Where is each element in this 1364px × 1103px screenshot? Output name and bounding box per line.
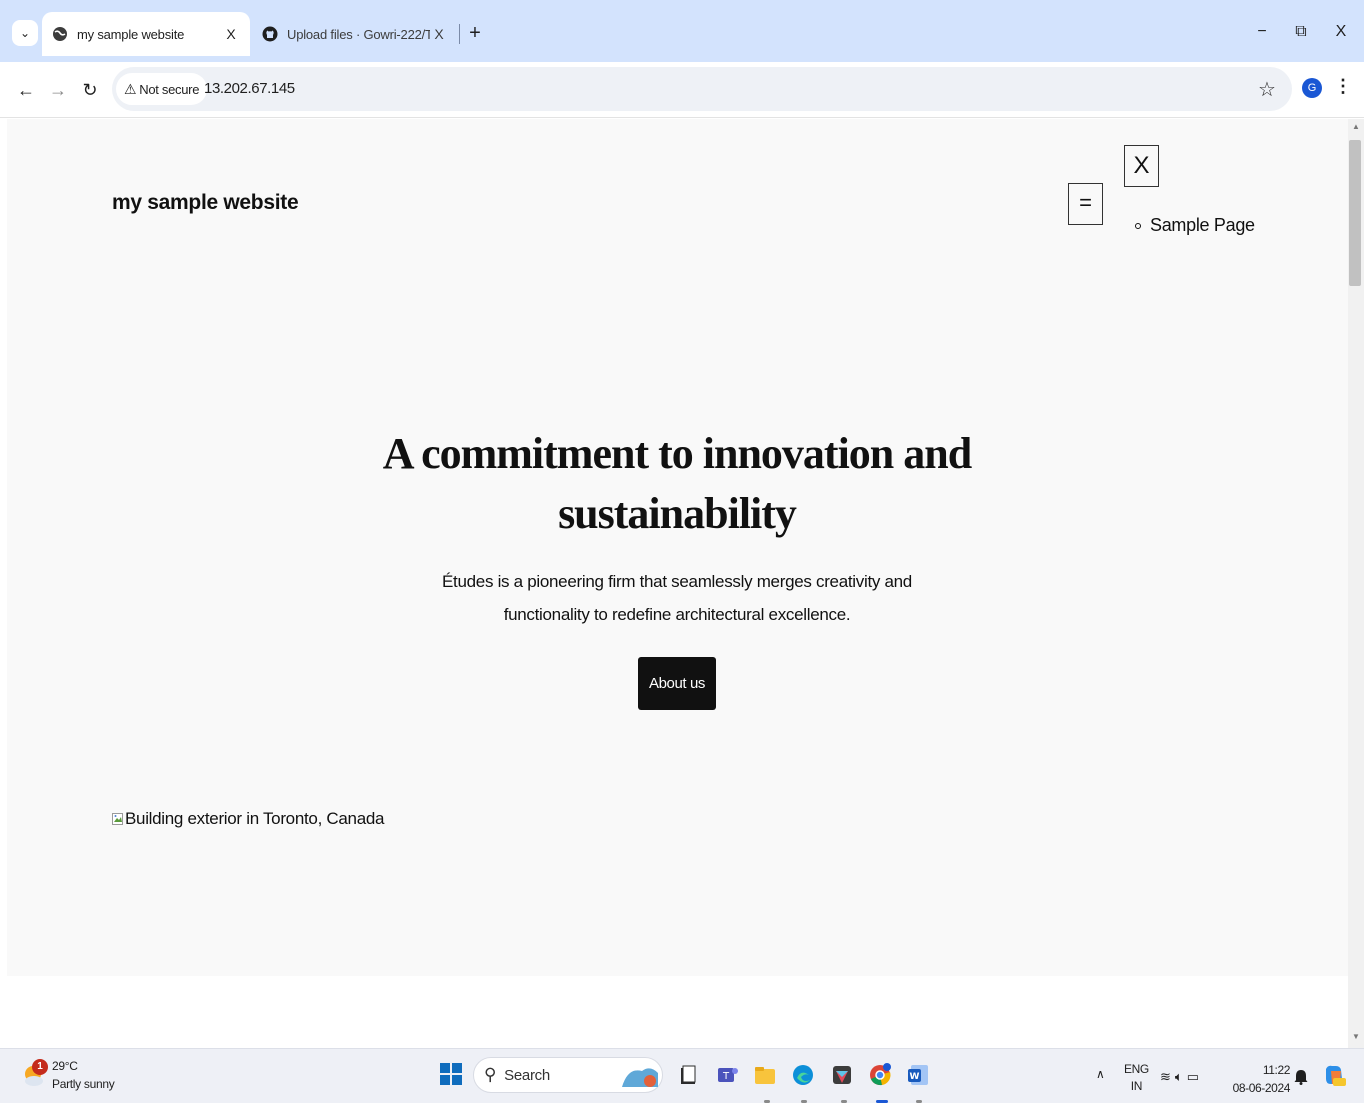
security-chip[interactable]: ⚠ Not secure xyxy=(116,73,208,105)
tab-upload-files[interactable]: Upload files · Gowri-222/Techpl X xyxy=(252,12,458,56)
page-blank-area xyxy=(7,976,1348,1048)
weather-condition: Partly sunny xyxy=(52,1077,115,1091)
address-bar[interactable]: ⚠ Not secure 13.202.67.145 ☆ xyxy=(112,67,1292,111)
language-indicator[interactable]: ENG IN xyxy=(1124,1061,1149,1095)
tab-close-button[interactable]: X xyxy=(222,26,240,42)
taskbar-search-label: Search xyxy=(504,1066,550,1084)
github-icon xyxy=(262,26,278,42)
tab-my-sample-website[interactable]: my sample website X xyxy=(42,12,250,56)
minimize-button[interactable]: − xyxy=(1250,20,1274,44)
more-menu-icon[interactable]: ⋮ xyxy=(1334,76,1352,97)
menu-close-button[interactable]: X xyxy=(1124,145,1159,187)
globe-icon xyxy=(52,26,68,42)
security-label: Not secure xyxy=(139,81,200,97)
battery-icon: ▭ xyxy=(1186,1069,1204,1084)
bookmark-star-icon[interactable]: ☆ xyxy=(1258,77,1276,102)
tab-separator xyxy=(459,24,460,44)
word-icon[interactable]: W xyxy=(907,1063,931,1087)
forward-arrow-icon[interactable]: → xyxy=(46,78,70,102)
copilot-icon[interactable] xyxy=(1322,1063,1346,1087)
weather-alert-badge: 1 xyxy=(32,1059,48,1075)
weather-sun-cloud-icon: 1 xyxy=(22,1059,50,1089)
scrollbar-thumb[interactable] xyxy=(1349,140,1361,286)
restore-button[interactable]: ⧉ xyxy=(1289,20,1313,44)
notification-bell-icon[interactable] xyxy=(1294,1069,1308,1085)
hero-heading: A commitment to innovation and sustainab… xyxy=(382,429,972,538)
volume-icon: 🔈︎ xyxy=(1174,1069,1187,1084)
edge-browser-icon[interactable] xyxy=(791,1063,815,1087)
window-close-button[interactable]: X xyxy=(1329,20,1353,44)
clock[interactable]: 11:22 08-06-2024 xyxy=(1230,1061,1291,1097)
teams-icon[interactable]: T xyxy=(716,1063,740,1087)
page-viewport: my sample website X = Sample Page A comm… xyxy=(7,119,1348,976)
file-explorer-icon[interactable] xyxy=(753,1063,777,1087)
taskbar: 1 29°C Partly sunny ⚲ Search T W ∧ ENG I… xyxy=(0,1048,1364,1103)
back-arrow-icon[interactable]: ← xyxy=(14,78,38,102)
svg-text:T: T xyxy=(722,1071,730,1082)
clock-time: 11:22 xyxy=(1262,1063,1291,1077)
bullet-icon xyxy=(1135,222,1141,229)
tab-title: Upload files · Gowri-222/Techpl xyxy=(287,26,430,42)
system-tray-icons[interactable]: ≋🔈︎▭ xyxy=(1160,1069,1203,1085)
hero-description: Études is a pioneering firm that seamles… xyxy=(442,572,912,624)
menu-item-label[interactable]: Sample Page xyxy=(1150,215,1255,236)
task-view-icon[interactable] xyxy=(676,1063,700,1087)
menu-item-sample-page[interactable]: Sample Page xyxy=(1135,215,1255,236)
reload-icon[interactable]: ↻ xyxy=(78,78,102,102)
show-hidden-icons-chevron-icon[interactable]: ∧ xyxy=(1096,1067,1105,1081)
broken-image-icon xyxy=(112,813,123,825)
snipping-tool-icon[interactable] xyxy=(830,1063,854,1087)
clock-date: 08-06-2024 xyxy=(1232,1081,1291,1095)
broken-image: Building exterior in Toronto, Canada xyxy=(112,809,384,829)
image-alt-text: Building exterior in Toronto, Canada xyxy=(125,809,385,828)
tab-close-button[interactable]: X xyxy=(430,26,448,42)
about-us-button[interactable]: About us xyxy=(638,657,716,710)
scroll-down-arrow-icon[interactable]: ▼ xyxy=(1348,1032,1364,1046)
new-tab-button[interactable]: + xyxy=(464,22,486,44)
wifi-icon: ≋ xyxy=(1160,1069,1175,1084)
search-highlight-icon[interactable] xyxy=(618,1061,662,1091)
windows-start-icon[interactable] xyxy=(440,1063,462,1085)
tab-title: my sample website xyxy=(77,26,185,42)
menu-open-button[interactable]: = xyxy=(1068,183,1103,225)
navigation-menu: Sample Page xyxy=(1135,215,1255,236)
profile-avatar[interactable]: G xyxy=(1302,78,1322,98)
site-title[interactable]: my sample website xyxy=(112,191,299,215)
browser-toolbar: ← → ↻ ⚠ Not secure 13.202.67.145 ☆ G ⋮ xyxy=(0,62,1364,118)
svg-text:W: W xyxy=(910,1072,920,1082)
tab-search-button[interactable]: ⌄ xyxy=(12,20,38,46)
weather-widget[interactable]: 1 29°C Partly sunny xyxy=(22,1057,115,1093)
url-text[interactable]: 13.202.67.145 xyxy=(204,80,295,97)
tab-strip: ⌄ my sample website X Upload files · Gow… xyxy=(0,0,1364,62)
chrome-icon[interactable] xyxy=(868,1063,892,1087)
chevron-down-icon: ⌄ xyxy=(19,26,31,40)
scroll-up-arrow-icon[interactable]: ▲ xyxy=(1348,122,1364,136)
weather-temp: 29°C xyxy=(52,1059,78,1073)
warning-icon: ⚠ xyxy=(124,80,137,97)
search-icon: ⚲ xyxy=(484,1065,497,1084)
